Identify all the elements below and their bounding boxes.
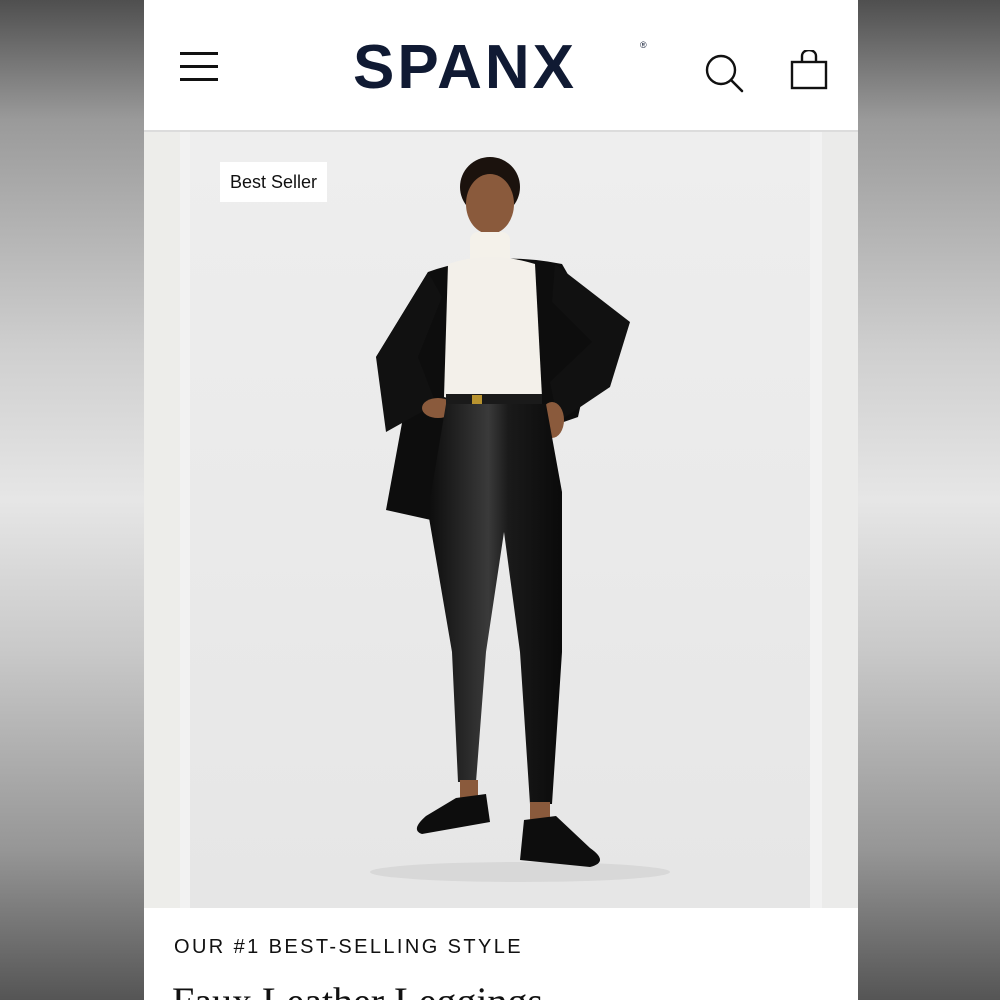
site-header: SPANX ® bbox=[144, 0, 858, 132]
shopping-bag-icon[interactable] bbox=[790, 50, 828, 90]
next-image-peek[interactable] bbox=[822, 132, 858, 908]
model-photo bbox=[190, 132, 810, 908]
product-image-carousel[interactable]: Best Seller bbox=[144, 132, 858, 908]
backdrop-left bbox=[0, 0, 144, 1000]
product-title[interactable]: Faux Leather Leggings bbox=[172, 978, 543, 1000]
search-icon[interactable] bbox=[704, 53, 746, 95]
backdrop-right bbox=[858, 0, 1000, 1000]
best-seller-badge: Best Seller bbox=[220, 162, 328, 202]
registered-mark: ® bbox=[640, 40, 647, 50]
product-image[interactable]: Best Seller bbox=[190, 132, 810, 908]
menu-icon[interactable] bbox=[180, 52, 218, 82]
mobile-page: SPANX ® Best Seller OUR #1 BEST-SELLING … bbox=[144, 0, 858, 1000]
product-kicker: OUR #1 BEST-SELLING STYLE bbox=[174, 936, 523, 958]
previous-image-peek[interactable] bbox=[144, 132, 180, 908]
brand-logo[interactable]: SPANX bbox=[353, 28, 577, 108]
